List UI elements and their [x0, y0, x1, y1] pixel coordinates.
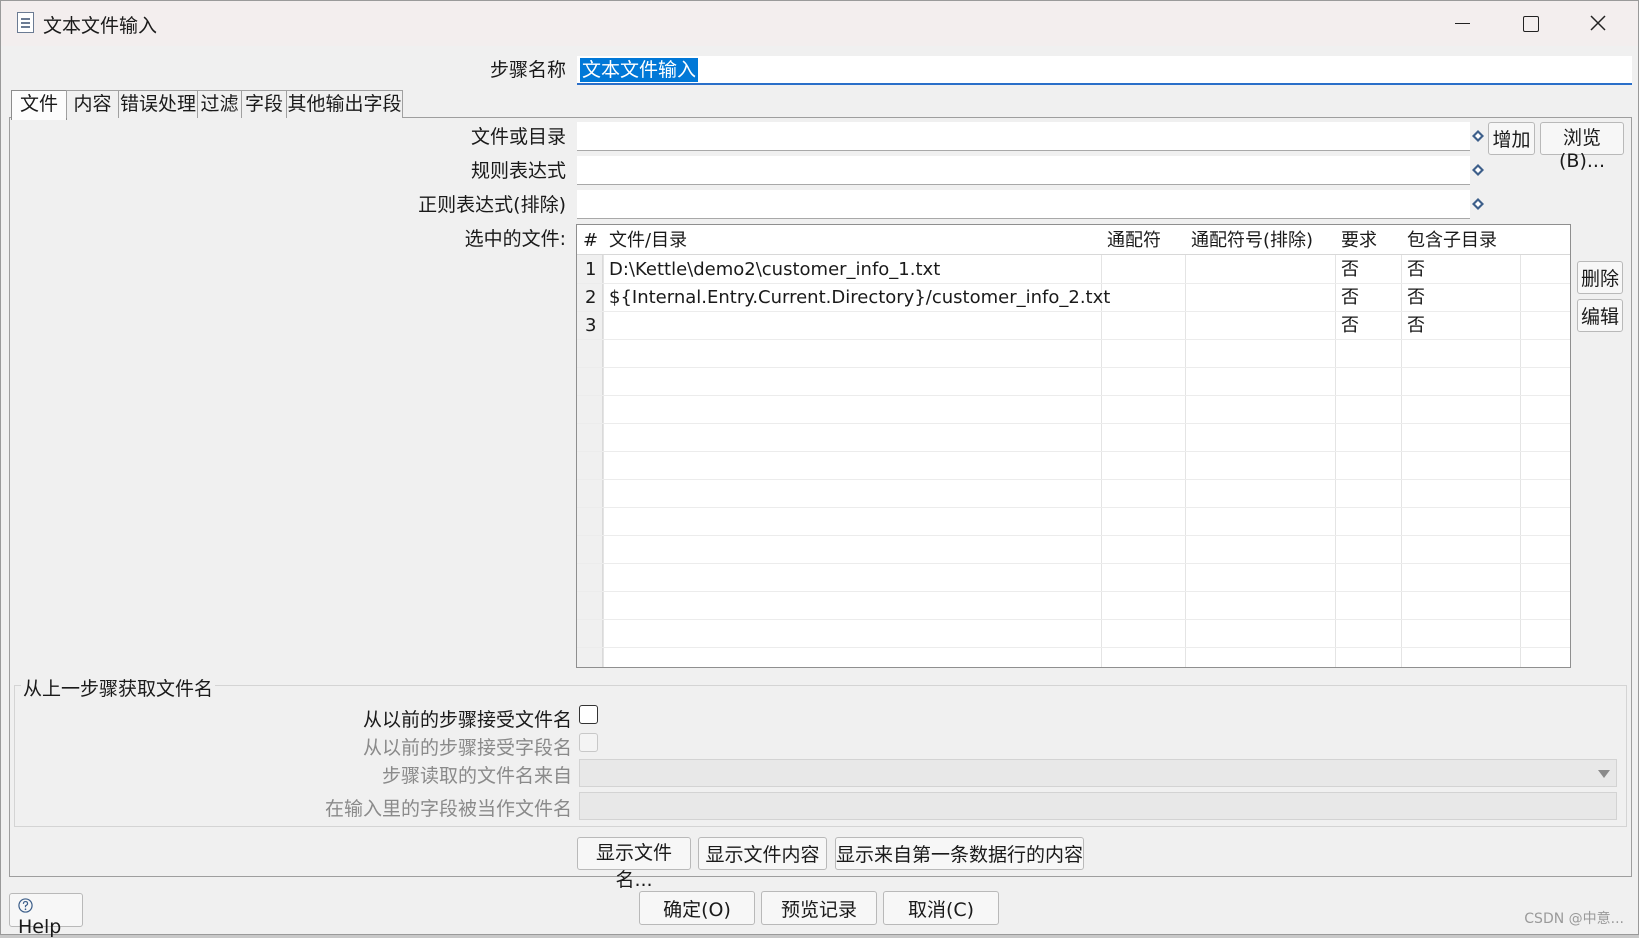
table-row[interactable] [577, 424, 1570, 452]
show-file-content-button[interactable]: 显示文件内容 [698, 837, 827, 870]
field-as-filename-label: 在输入里的字段被当作文件名 [324, 798, 572, 820]
regex-exclude-input[interactable] [577, 190, 1470, 219]
edit-button[interactable]: 编辑 [1577, 299, 1623, 332]
col-header-num[interactable]: # [579, 225, 598, 253]
help-icon [18, 898, 33, 913]
col-header-wildcard-exclude[interactable]: 通配符号(排除) [1185, 225, 1313, 253]
cancel-button[interactable]: 取消(C) [883, 891, 999, 925]
table-row[interactable]: 3 否 否 [577, 312, 1570, 340]
table-row[interactable] [577, 620, 1570, 648]
tab-content[interactable]: 内容 [66, 90, 119, 118]
accept-fieldname-checkbox[interactable] [579, 733, 598, 752]
table-row[interactable] [577, 340, 1570, 368]
step-name-label: 步骤名称 [489, 59, 566, 81]
grid-header: # 文件/目录 通配符 通配符号(排除) 要求 包含子目录 [577, 225, 1570, 255]
cell-path[interactable]: D:\Kettle\demo2\customer_info_1.txt [603, 256, 940, 284]
close-icon [1590, 15, 1606, 31]
chevron-down-icon [1598, 770, 1610, 778]
selected-files-label: 选中的文件: [464, 228, 566, 250]
window-title: 文本文件输入 [43, 15, 158, 37]
watermark: CSDN @中意... [1524, 911, 1624, 927]
ok-button[interactable]: 确定(O) [639, 891, 755, 925]
col-header-path[interactable]: 文件/目录 [603, 225, 687, 253]
dialog-window: 文本文件输入 步骤名称 文本文件输入 文件 内容 错误处理 过滤 字段 其他输出… [0, 0, 1639, 938]
row-number: 2 [585, 287, 597, 308]
field-as-filename-input[interactable] [579, 792, 1617, 820]
table-row[interactable] [577, 564, 1570, 592]
variable-icon[interactable] [1472, 198, 1484, 210]
maximize-button[interactable] [1496, 1, 1564, 46]
cell-path[interactable] [603, 312, 609, 340]
table-row[interactable] [577, 592, 1570, 620]
cell-wildcard[interactable] [1101, 312, 1107, 340]
step-name-value: 文本文件输入 [580, 58, 699, 82]
cell-wildcard[interactable] [1101, 256, 1107, 284]
step-source-label: 步骤读取的文件名来自 [381, 765, 572, 787]
table-row[interactable] [577, 536, 1570, 564]
tab-fields[interactable]: 字段 [241, 90, 287, 118]
cell-path[interactable]: ${Internal.Entry.Current.Directory}/cust… [603, 284, 1110, 312]
regex-exclude-label: 正则表达式(排除) [418, 194, 566, 216]
tab-error-handling[interactable]: 错误处理 [118, 90, 198, 118]
preview-button[interactable]: 预览记录 [761, 891, 877, 925]
table-row[interactable] [577, 480, 1570, 508]
col-header-include-subdirs[interactable]: 包含子目录 [1401, 225, 1497, 253]
show-filenames-button[interactable]: 显示文件名... [577, 837, 691, 891]
step-source-select[interactable] [579, 759, 1617, 787]
accept-fieldname-label: 从以前的步骤接受字段名 [362, 737, 572, 759]
table-row[interactable] [577, 396, 1570, 424]
table-row[interactable] [577, 508, 1570, 536]
step-name-input[interactable] [577, 56, 1632, 85]
cell-wildcard-exclude[interactable] [1185, 312, 1191, 340]
prev-step-group-title: 从上一步骤获取文件名 [21, 674, 216, 701]
add-button[interactable]: 增加 [1488, 122, 1535, 155]
tab-other-output-fields[interactable]: 其他输出字段 [286, 90, 403, 118]
cell-wildcard-exclude[interactable] [1185, 256, 1191, 284]
regex-input[interactable] [577, 156, 1470, 185]
accept-filenames-checkbox[interactable] [579, 705, 598, 724]
col-header-wildcard[interactable]: 通配符 [1101, 225, 1161, 253]
file-or-dir-label: 文件或目录 [470, 126, 566, 148]
table-row[interactable]: 1 D:\Kettle\demo2\customer_info_1.txt 否 … [577, 256, 1570, 284]
browse-button[interactable]: 浏览(B)... [1540, 122, 1624, 172]
table-row[interactable] [577, 452, 1570, 480]
file-or-dir-input[interactable] [577, 122, 1470, 151]
show-first-row-content-button[interactable]: 显示来自第一条数据行的内容 [835, 837, 1084, 870]
variable-icon[interactable] [1472, 130, 1484, 142]
title-bar: 文本文件输入 [1, 1, 1638, 46]
cell-required[interactable]: 否 [1335, 312, 1359, 340]
cell-wildcard[interactable] [1101, 284, 1107, 312]
cell-include-subdirs[interactable]: 否 [1401, 256, 1425, 284]
close-button[interactable] [1564, 1, 1632, 46]
row-number: 1 [585, 259, 597, 280]
help-button[interactable]: Help [9, 893, 83, 938]
table-row[interactable]: 2 ${Internal.Entry.Current.Directory}/cu… [577, 284, 1570, 312]
minimize-button[interactable] [1428, 1, 1496, 46]
regex-label: 规则表达式 [470, 160, 566, 182]
cell-required[interactable]: 否 [1335, 256, 1359, 284]
tab-filter[interactable]: 过滤 [197, 90, 242, 118]
table-row[interactable] [577, 368, 1570, 396]
cell-include-subdirs[interactable]: 否 [1401, 312, 1425, 340]
cell-include-subdirs[interactable]: 否 [1401, 284, 1425, 312]
document-icon [17, 12, 34, 33]
tab-file[interactable]: 文件 [11, 90, 67, 120]
cell-required[interactable]: 否 [1335, 284, 1359, 312]
variable-icon[interactable] [1472, 164, 1484, 176]
cell-wildcard-exclude[interactable] [1185, 284, 1191, 312]
col-header-required[interactable]: 要求 [1335, 225, 1377, 253]
row-number: 3 [585, 315, 597, 336]
accept-filenames-label: 从以前的步骤接受文件名 [362, 709, 572, 731]
delete-button[interactable]: 删除 [1577, 261, 1623, 294]
selected-files-grid[interactable]: # 文件/目录 通配符 通配符号(排除) 要求 包含子目录 1 D:\Kettl… [576, 224, 1571, 668]
